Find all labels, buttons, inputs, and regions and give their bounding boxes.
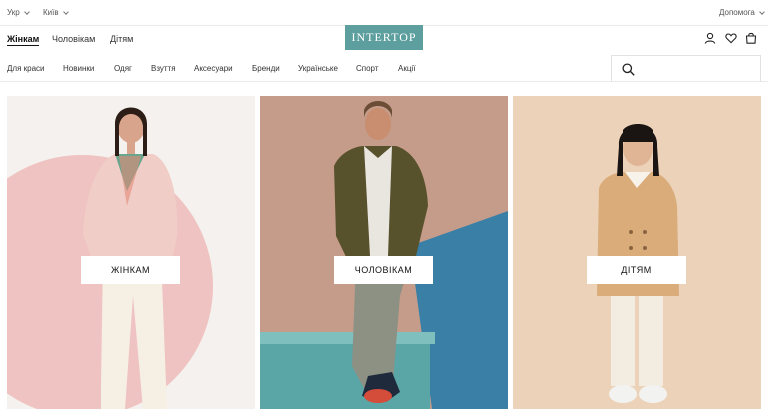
language-select[interactable]: Укр — [7, 8, 30, 17]
nav-item-sale[interactable]: Акції — [398, 64, 415, 73]
category-tile-men[interactable]: ЧОЛОВІКАМ — [260, 96, 508, 409]
language-label: Укр — [7, 8, 20, 17]
nav-item-new[interactable]: Новинки — [63, 64, 94, 73]
help-menu[interactable]: Допомога — [719, 8, 765, 17]
category-tile-kids[interactable]: ДІТЯМ — [513, 96, 761, 409]
top-utility-bar: Укр Київ Допомога — [0, 0, 768, 26]
tab-women[interactable]: Жінкам — [7, 34, 40, 46]
category-nav: Для краси Новинки Одяг Взуття Аксесуари … — [0, 54, 768, 82]
nav-item-ukrainian[interactable]: Українське — [298, 64, 338, 73]
kids-photo — [513, 96, 761, 409]
chevron-down-icon — [759, 8, 765, 15]
city-select[interactable]: Київ — [43, 8, 69, 17]
chevron-down-icon — [62, 8, 69, 15]
women-photo — [7, 96, 255, 409]
user-icon[interactable] — [704, 32, 716, 44]
intertop-logo[interactable]: INTERTOP — [345, 25, 423, 50]
category-tile-women[interactable]: ЖІНКАМ — [7, 96, 255, 409]
heart-icon[interactable] — [725, 32, 737, 44]
nav-item-clothing[interactable]: Одяг — [114, 64, 132, 73]
nav-item-sport[interactable]: Спорт — [356, 64, 379, 73]
search-input[interactable] — [611, 55, 761, 82]
kids-category-button[interactable]: ДІТЯМ — [587, 256, 686, 284]
search-icon — [622, 63, 635, 76]
men-category-button[interactable]: ЧОЛОВІКАМ — [334, 256, 433, 284]
help-label: Допомога — [719, 8, 755, 17]
women-category-button[interactable]: ЖІНКАМ — [81, 256, 180, 284]
city-label: Київ — [43, 8, 59, 17]
men-photo — [260, 96, 508, 409]
nav-item-brands[interactable]: Бренди — [252, 64, 280, 73]
nav-item-shoes[interactable]: Взуття — [151, 64, 176, 73]
nav-item-accessories[interactable]: Аксесуари — [194, 64, 233, 73]
main-header: Жінкам Чоловікам Дітям INTERTOP — [0, 25, 768, 54]
nav-item-beauty[interactable]: Для краси — [7, 64, 45, 73]
tab-kids[interactable]: Дітям — [110, 34, 133, 44]
tab-men[interactable]: Чоловікам — [52, 34, 95, 44]
chevron-down-icon — [23, 8, 30, 15]
bag-icon[interactable] — [745, 32, 757, 44]
